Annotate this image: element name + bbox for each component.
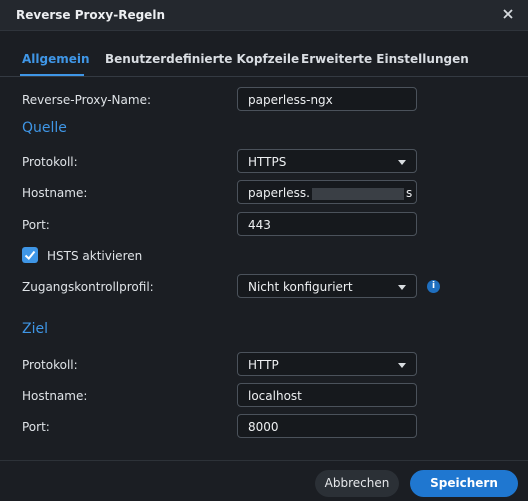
destination-protocol-label: Protokoll: [22, 358, 78, 372]
access-profile-select[interactable]: Nicht konfiguriert [237, 274, 417, 298]
tab-erweiterte-einstellungen[interactable]: Erweiterte Einstellungen [301, 52, 469, 66]
check-icon [24, 250, 36, 260]
info-icon[interactable]: i [427, 280, 440, 293]
access-profile-label: Zugangskontrollprofil: [22, 280, 154, 294]
close-icon[interactable] [500, 6, 516, 22]
reverse-proxy-name-input[interactable]: paperless-ngx [237, 87, 417, 111]
destination-hostname-label: Hostname: [22, 389, 88, 403]
destination-protocol-value: HTTP [248, 358, 279, 372]
source-port-input[interactable]: 443 [237, 212, 417, 236]
cancel-button[interactable]: Abbrechen [315, 470, 399, 497]
hostname-suffix: s [405, 186, 413, 200]
tab-benutzerdefinierte-kopfzeile[interactable]: Benutzerdefinierte Kopfzeile [105, 52, 299, 66]
hostname-prefix: paperless. [248, 186, 310, 200]
destination-heading: Ziel [22, 321, 48, 337]
destination-hostname-input[interactable]: localhost [237, 383, 417, 407]
hsts-checkbox[interactable] [22, 247, 38, 263]
source-hostname-label: Hostname: [22, 186, 88, 200]
active-tab-indicator [20, 74, 84, 76]
source-heading: Quelle [22, 120, 67, 136]
tab-bar: Allgemein Benutzerdefinierte Kopfzeile E… [0, 30, 528, 77]
hsts-label: HSTS aktivieren [47, 249, 143, 263]
source-protocol-value: HTTPS [248, 155, 287, 169]
redacted-block [311, 187, 404, 200]
source-port-label: Port: [22, 218, 50, 232]
chevron-down-icon [398, 363, 406, 368]
source-protocol-select[interactable]: HTTPS [237, 149, 417, 173]
tab-allgemein[interactable]: Allgemein [22, 52, 90, 66]
dialog-title: Reverse Proxy-Regeln [16, 8, 165, 22]
access-profile-value: Nicht konfiguriert [248, 280, 353, 294]
source-hostname-input[interactable]: paperless. s [237, 180, 417, 204]
source-protocol-label: Protokoll: [22, 155, 78, 169]
destination-port-label: Port: [22, 420, 50, 434]
save-button[interactable]: Speichern [410, 470, 518, 497]
destination-port-input[interactable]: 8000 [237, 414, 417, 438]
destination-protocol-select[interactable]: HTTP [237, 352, 417, 376]
chevron-down-icon [398, 160, 406, 165]
reverse-proxy-name-label: Reverse-Proxy-Name: [22, 93, 151, 107]
chevron-down-icon [398, 285, 406, 290]
dialog-titlebar: Reverse Proxy-Regeln [0, 0, 528, 31]
